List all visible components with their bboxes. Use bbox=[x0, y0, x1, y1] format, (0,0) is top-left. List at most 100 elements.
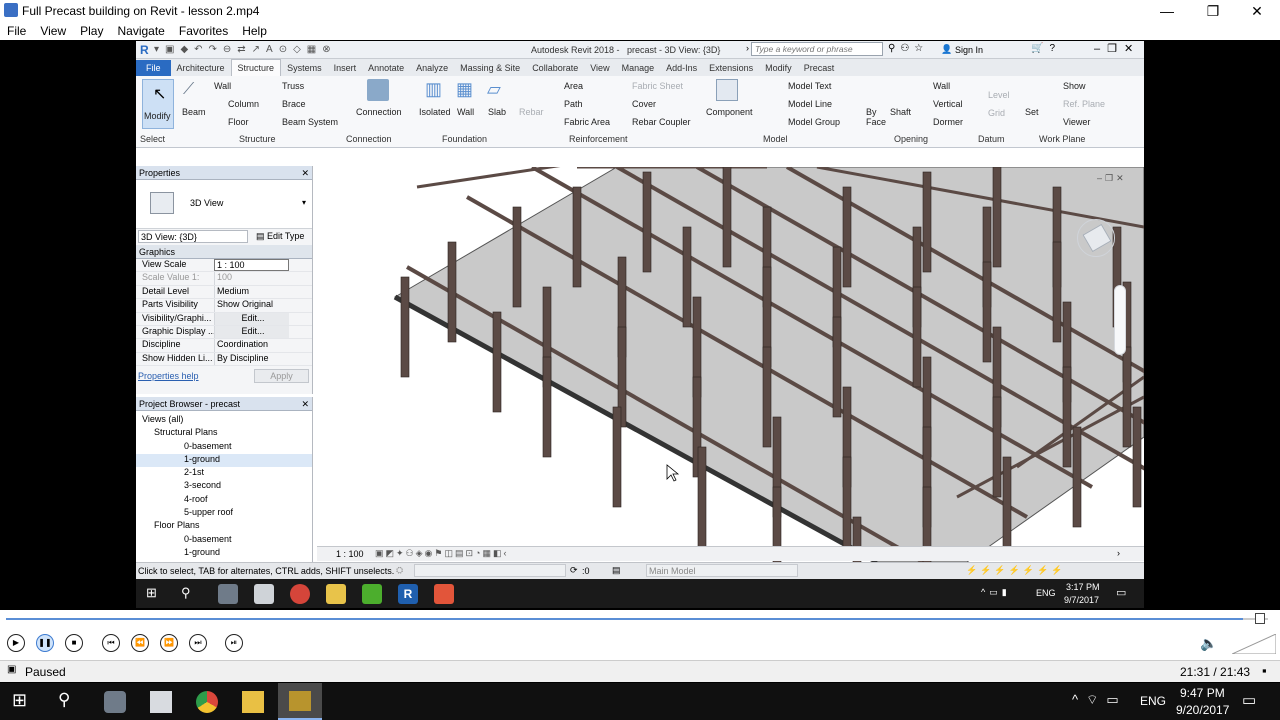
truss-button[interactable]: Truss bbox=[282, 81, 304, 91]
active-only-icon[interactable]: ⟳ bbox=[570, 565, 578, 576]
precast-column[interactable] bbox=[1062, 366, 1072, 468]
help-icons[interactable]: 🛒? bbox=[1031, 43, 1061, 54]
foundation-wall-button[interactable]: Wall bbox=[457, 107, 474, 117]
recorder-icon[interactable] bbox=[434, 584, 454, 604]
start-icon[interactable]: ⊞ bbox=[146, 585, 157, 601]
opening-wall-button[interactable]: Wall bbox=[933, 81, 950, 91]
precast-column[interactable] bbox=[682, 226, 692, 328]
floor-button[interactable]: Floor bbox=[228, 117, 249, 127]
reinforcement-panel-label[interactable]: Reinforcement bbox=[569, 134, 628, 144]
volume-slider[interactable] bbox=[1232, 634, 1276, 654]
precast-column[interactable] bbox=[492, 311, 502, 413]
search-arrow-icon[interactable]: › bbox=[746, 43, 749, 53]
navigation-bar[interactable] bbox=[1114, 285, 1126, 355]
paint-taskbar-icon[interactable] bbox=[104, 691, 126, 713]
view-scale-label[interactable]: 1 : 100 bbox=[336, 549, 364, 559]
show-button[interactable]: Show bbox=[1063, 81, 1086, 91]
action-center-icon[interactable]: ▭ bbox=[1242, 691, 1256, 709]
slab-button[interactable]: Slab bbox=[488, 107, 506, 117]
close-button[interactable]: ✕ bbox=[1234, 0, 1280, 22]
tab-precast[interactable]: Precast bbox=[798, 60, 841, 73]
path-button[interactable]: Path bbox=[564, 99, 583, 109]
property-row[interactable]: Discipline Coordination bbox=[136, 339, 312, 353]
property-value[interactable]: By Discipline bbox=[214, 352, 289, 366]
precast-column[interactable] bbox=[832, 316, 842, 418]
windows-clock-time[interactable]: 9:47 PM bbox=[1180, 686, 1225, 700]
view-control-icons[interactable]: ▣◩✦⚇◈◉⚑◫▤⊡◔▦◧‹ bbox=[375, 548, 508, 559]
menu-play[interactable]: Play bbox=[73, 22, 110, 38]
level-button[interactable]: Level bbox=[988, 90, 1010, 100]
search-input[interactable]: Type a keyword or phrase bbox=[751, 42, 883, 56]
property-row[interactable]: Graphic Display ... Edit... bbox=[136, 325, 312, 340]
stop-button[interactable]: ■ bbox=[65, 634, 83, 652]
fabric-area-button[interactable]: Fabric Area bbox=[564, 117, 610, 127]
precast-column[interactable] bbox=[762, 346, 772, 448]
infocenter-icons[interactable]: ⚲⚇☆ bbox=[888, 43, 928, 54]
inner-clock-time[interactable]: 3:17 PM bbox=[1066, 582, 1100, 592]
tray-icons[interactable]: ^▭▮ bbox=[981, 587, 1011, 598]
precast-column[interactable] bbox=[842, 186, 852, 288]
tab-architecture[interactable]: Architecture bbox=[171, 60, 231, 73]
windows-language[interactable]: ENG bbox=[1140, 694, 1166, 708]
area-button[interactable]: Area bbox=[564, 81, 583, 91]
property-value[interactable]: 1 : 100 bbox=[214, 259, 289, 272]
precast-column[interactable] bbox=[912, 286, 922, 388]
frame-step-button[interactable]: ⏯ bbox=[225, 634, 243, 652]
mouse-cursor-icon[interactable] bbox=[666, 464, 680, 482]
property-row[interactable]: Show Hidden Li... By Discipline bbox=[136, 352, 312, 367]
browser-tree-item[interactable]: 5-upper roof bbox=[136, 507, 312, 520]
precast-column[interactable] bbox=[982, 261, 992, 363]
browser-tree-item[interactable]: 1-ground bbox=[136, 453, 312, 468]
property-value[interactable]: Edit... bbox=[214, 325, 289, 339]
precast-column[interactable] bbox=[992, 166, 1002, 268]
precast-column[interactable] bbox=[1122, 346, 1132, 448]
resize-grip-icon[interactable]: ▪ bbox=[1262, 663, 1267, 678]
modify-button[interactable]: ↖ Modify bbox=[142, 79, 174, 129]
connection-button[interactable]: Connection bbox=[356, 107, 402, 117]
shaft-button[interactable]: Shaft bbox=[890, 107, 911, 117]
pause-button[interactable]: ❚❚ bbox=[36, 634, 54, 652]
precast-column[interactable] bbox=[612, 406, 622, 508]
precast-column[interactable] bbox=[842, 456, 852, 558]
edit-type-button[interactable]: ▤ Edit Type bbox=[256, 231, 304, 242]
connection-panel-label[interactable]: Connection bbox=[346, 134, 392, 144]
set-button[interactable]: Set bbox=[1025, 107, 1039, 117]
model-text-button[interactable]: Model Text bbox=[788, 81, 831, 91]
close-browser-icon[interactable]: ✕ bbox=[301, 399, 309, 410]
menu-help[interactable]: Help bbox=[235, 22, 274, 38]
precast-column[interactable] bbox=[1052, 241, 1062, 343]
inner-clock-date[interactable]: 9/7/2017 bbox=[1064, 595, 1099, 605]
revit-window-controls[interactable]: –❐✕ bbox=[1094, 42, 1140, 55]
browser-tree-item[interactable]: 1-ground bbox=[136, 547, 312, 560]
precast-column[interactable] bbox=[922, 171, 932, 273]
precast-column[interactable] bbox=[697, 446, 707, 548]
by-face-button[interactable]: By Face bbox=[866, 107, 886, 127]
chrome-taskbar-icon[interactable] bbox=[196, 691, 218, 713]
explorer-taskbar-icon[interactable] bbox=[242, 691, 264, 713]
precast-column[interactable] bbox=[400, 276, 410, 378]
browser-tree-item[interactable]: Structural Plans bbox=[136, 427, 312, 440]
tab-analyze[interactable]: Analyze bbox=[410, 60, 454, 73]
browser-tree-item[interactable]: 0-basement bbox=[136, 534, 312, 547]
windows-tray-icons[interactable]: ^⌔▭ bbox=[1072, 692, 1127, 708]
selection-filter-icons[interactable]: ⚡⚡⚡⚡⚡⚡⚡ bbox=[966, 565, 1065, 576]
ref-plane-button[interactable]: Ref. Plane bbox=[1063, 99, 1105, 109]
brace-button[interactable]: Brace bbox=[282, 99, 306, 109]
browser-tree-item[interactable]: 4-roof bbox=[136, 494, 312, 507]
search-icon[interactable]: ⚲ bbox=[181, 585, 191, 601]
column-button[interactable]: Column bbox=[228, 99, 259, 109]
apply-button[interactable]: Apply bbox=[254, 369, 309, 384]
property-row[interactable]: View Scale 1 : 100 bbox=[136, 259, 312, 273]
browser-tree-item[interactable]: 3-second bbox=[136, 480, 312, 493]
tab-annotate[interactable]: Annotate bbox=[362, 60, 410, 73]
tab-structure[interactable]: Structure bbox=[230, 59, 282, 76]
browser-tree-item[interactable]: Floor Plans bbox=[136, 520, 312, 533]
tab-massing[interactable]: Massing & Site bbox=[454, 60, 526, 73]
qat-tools-icon[interactable]: ▾▣◆↶↷⊖⇄↗A⊙◇▦⊗ bbox=[154, 44, 384, 56]
chrome-icon[interactable] bbox=[290, 584, 310, 604]
inner-language[interactable]: ENG bbox=[1036, 588, 1056, 598]
property-value[interactable]: Edit... bbox=[214, 312, 289, 325]
viewcube-icon[interactable] bbox=[1077, 219, 1115, 257]
precast-column[interactable] bbox=[642, 171, 652, 273]
cover-button[interactable]: Cover bbox=[632, 99, 656, 109]
